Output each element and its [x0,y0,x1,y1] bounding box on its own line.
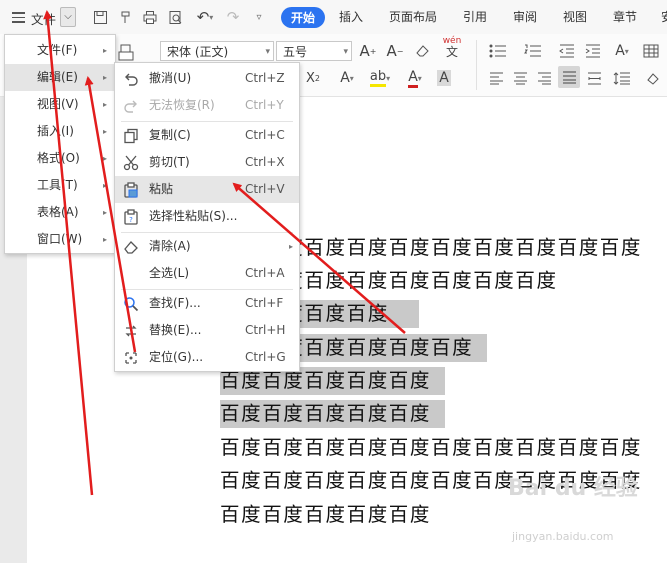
annotation-arrow-file [43,10,94,496]
annotation-arrow-paste [232,182,406,334]
annotation-arrows [43,10,406,496]
annotation-arrow-edit [84,76,137,353]
